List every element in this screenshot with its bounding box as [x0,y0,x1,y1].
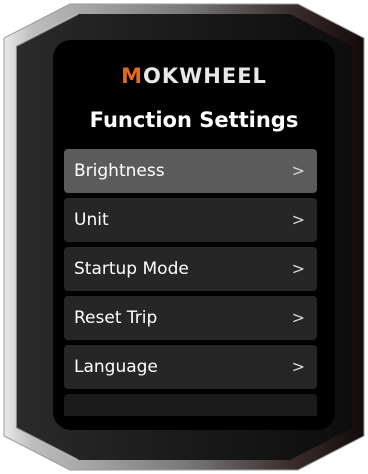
chevron-right-icon: > [291,357,305,376]
menu-overflow-row [64,394,317,416]
settings-menu: Brightness > Unit > Startup Mode > Reset… [64,149,317,394]
menu-item-label: Language [74,357,158,377]
menu-item-brightness[interactable]: Brightness > [64,149,317,193]
chevron-right-icon: > [291,210,305,229]
chevron-right-icon: > [291,161,305,180]
lcd-screen: MOKWHEEL Function Settings Brightness > … [53,40,335,430]
brand-logo-text: OKWHEEL [142,64,267,88]
menu-item-label: Startup Mode [74,259,189,279]
chevron-right-icon: > [291,259,305,278]
brand-logo: MOKWHEEL [53,62,335,90]
menu-item-startup-mode[interactable]: Startup Mode > [64,247,317,291]
menu-item-unit[interactable]: Unit > [64,198,317,242]
menu-item-label: Brightness [74,161,165,181]
chevron-right-icon: > [291,308,305,327]
menu-item-label: Unit [74,210,109,230]
menu-item-label: Reset Trip [74,308,158,328]
page-title: Function Settings [89,108,299,132]
menu-item-reset-trip[interactable]: Reset Trip > [64,296,317,340]
brand-logo-mark: M [121,64,143,88]
menu-item-language[interactable]: Language > [64,345,317,389]
display-device: MOKWHEEL Function Settings Brightness > … [0,0,368,474]
